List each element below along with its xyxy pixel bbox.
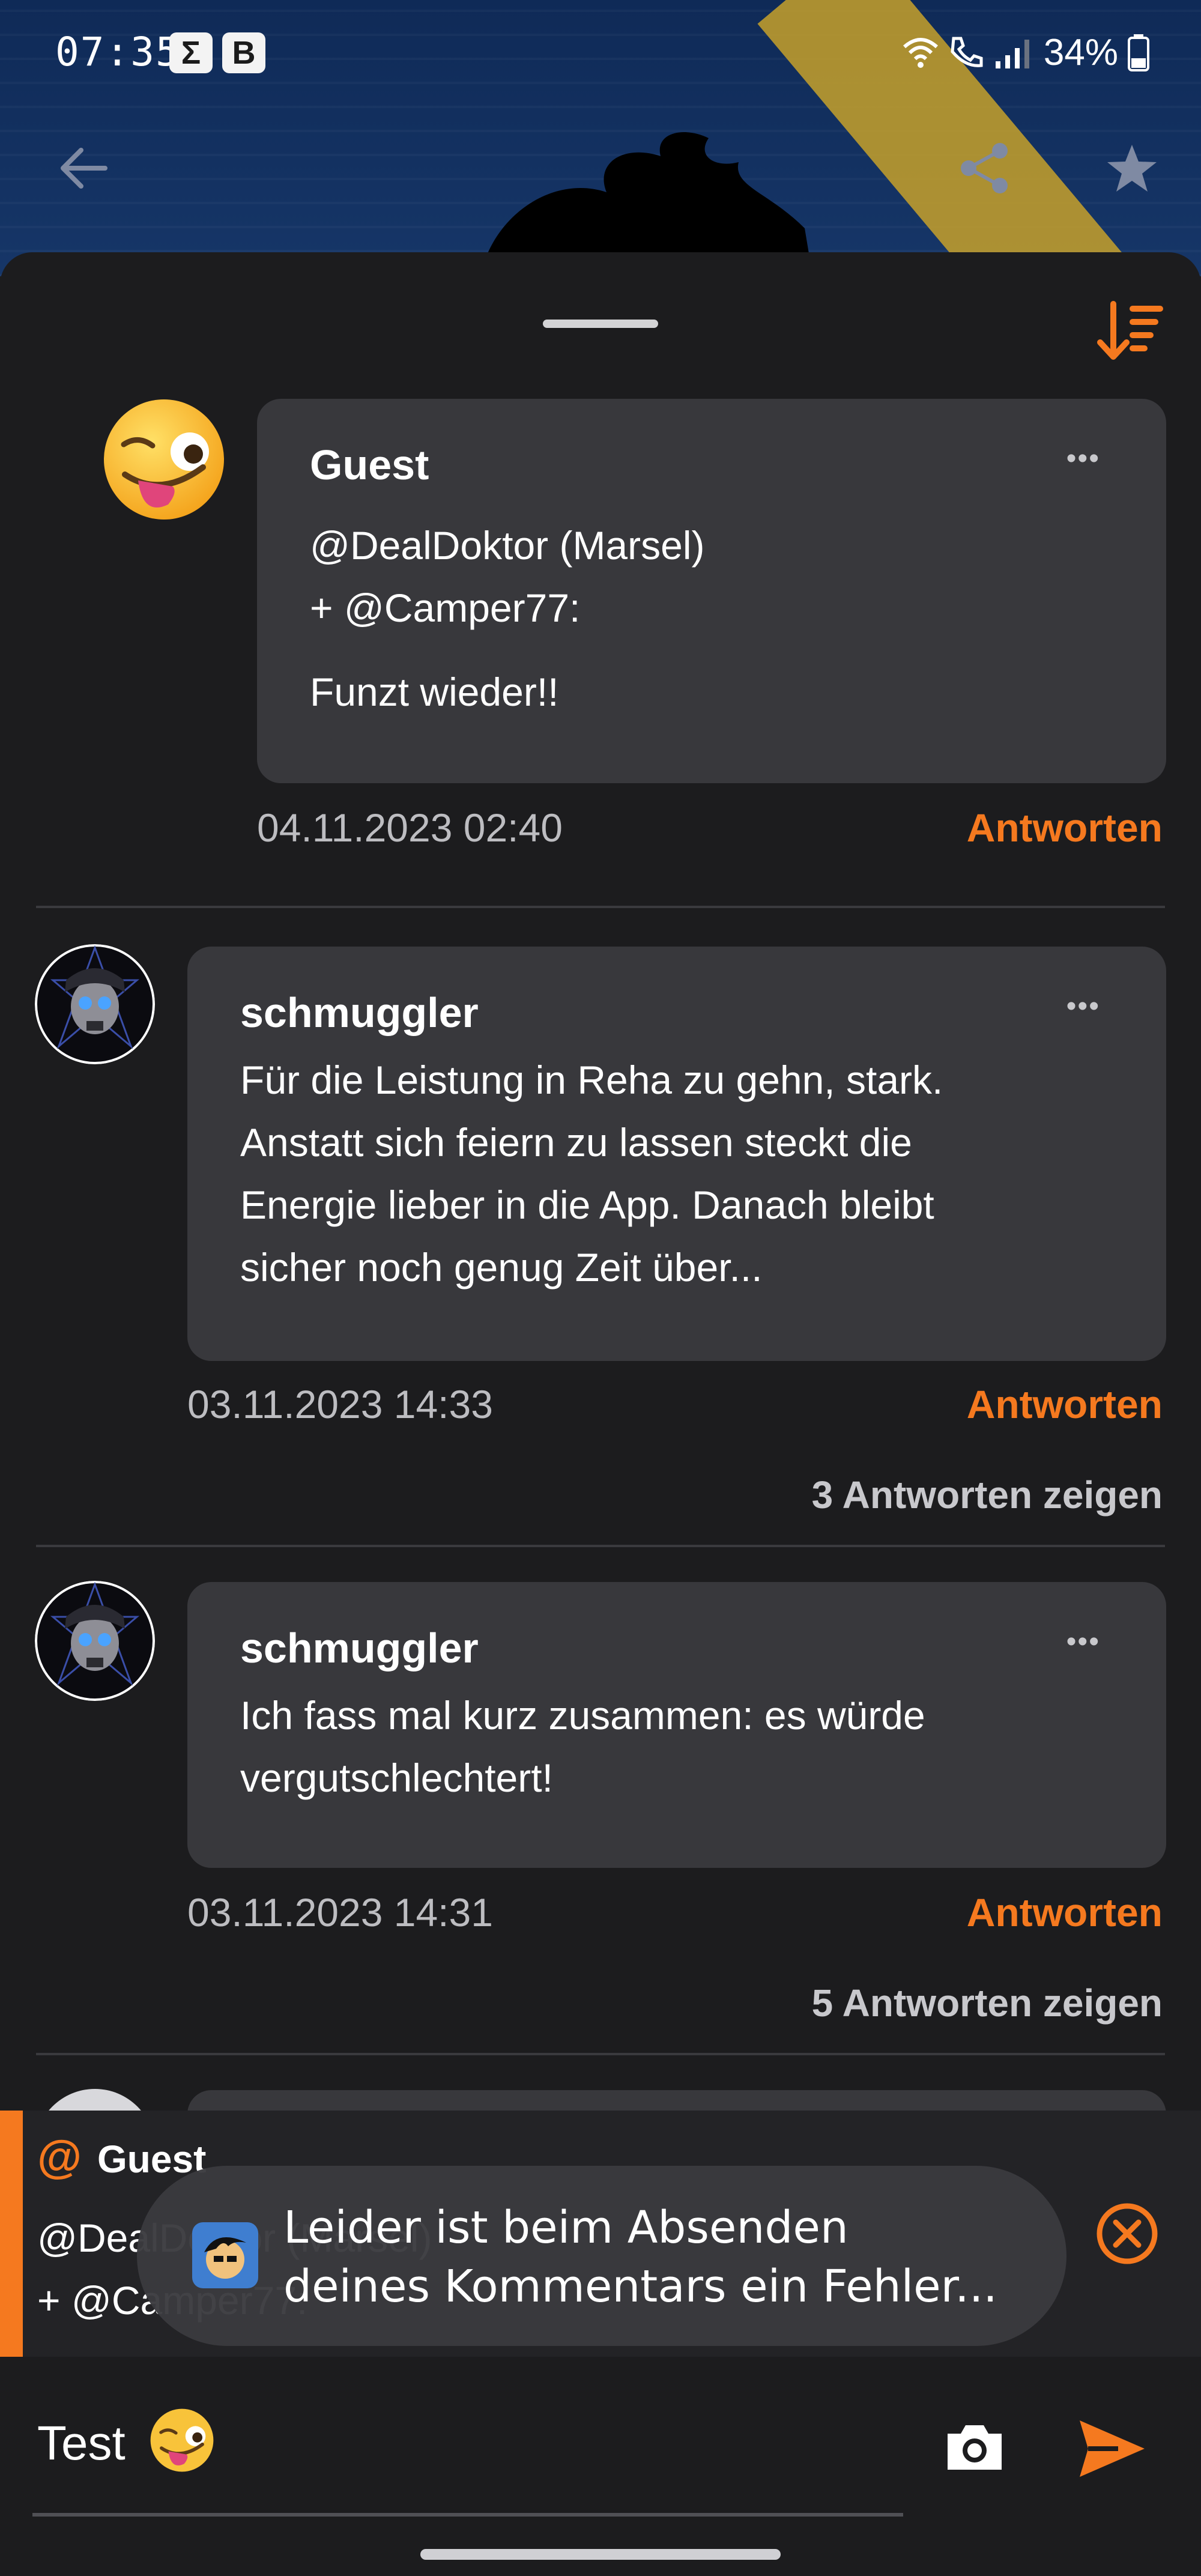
wifi-icon [903, 38, 938, 68]
comment-author[interactable]: Guest [310, 441, 1113, 489]
more-options-icon[interactable]: ••• [1066, 442, 1100, 475]
comment-bubble: Guest ••• @DealDoktor (Marsel) + @Camper… [257, 399, 1166, 783]
divider [36, 2053, 1165, 2055]
reply-button[interactable]: Antworten [967, 1890, 1163, 1935]
star-icon [1107, 145, 1157, 192]
more-options-icon[interactable]: ••• [1066, 1625, 1100, 1658]
app-bar [0, 120, 1201, 216]
camera-icon [948, 2425, 1002, 2470]
share-icon [961, 143, 1008, 193]
notification-badge-sigma: Σ [169, 32, 213, 73]
home-indicator[interactable] [420, 2549, 781, 2560]
divider [36, 1545, 1165, 1547]
winking-tongue-emoji-icon [150, 2408, 214, 2472]
battery-icon [1128, 34, 1149, 71]
emoji-in-input [149, 2407, 215, 2473]
close-circle-icon [1097, 2203, 1158, 2264]
toast-line: Leider ist beim Absenden [283, 2202, 849, 2253]
comment-line: Ich fass mal kurz zusammen: es würde [240, 1693, 925, 1738]
comment-input[interactable]: Test [37, 2416, 126, 2471]
back-button[interactable] [48, 138, 120, 198]
skull-avatar-icon [35, 944, 155, 1064]
favorite-button[interactable] [1099, 138, 1165, 198]
comment-line: vergutschlechtert! [240, 1756, 553, 1800]
share-button[interactable] [955, 138, 1015, 198]
input-underline [32, 2513, 903, 2517]
more-options-icon[interactable]: ••• [1066, 990, 1100, 1023]
show-replies-button[interactable]: 5 Antworten zeigen [812, 1981, 1163, 2025]
send-button[interactable] [1076, 2416, 1148, 2482]
comment-line: + @Camper77: [310, 586, 581, 630]
winking-tongue-emoji-icon [104, 399, 224, 520]
comment-line: Energie lieber in die App. Danach bleibt [240, 1183, 934, 1227]
battery-percent: 34% [1043, 31, 1118, 73]
mention-icon: @ [37, 2132, 82, 2183]
toast-line: deines Kommentars ein Fehler... [283, 2261, 997, 2312]
status-right-icons: 34% [902, 25, 1151, 79]
cancel-reply-button[interactable] [1094, 2201, 1160, 2267]
comment-line: Anstatt sich feiern zu lassen steckt die [240, 1120, 912, 1165]
comment-bubble: schmuggler ••• Ich fass mal kurz zusamme… [187, 1582, 1166, 1868]
avatar[interactable] [35, 1581, 155, 1701]
comment-composer: Test [0, 2357, 1201, 2576]
sort-button[interactable] [1093, 295, 1165, 368]
skull-avatar-icon [35, 1581, 155, 1701]
comment-bubble: schmuggler ••• Für die Leistung in Reha … [187, 947, 1166, 1361]
error-toast: Leider ist beim Absenden deines Kommenta… [137, 2166, 1066, 2346]
comment-date: 03.11.2023 14:33 [187, 1382, 493, 1426]
comment-author[interactable]: schmuggler [240, 989, 1113, 1037]
app-icon [192, 2222, 258, 2288]
camera-button[interactable] [942, 2414, 1008, 2481]
comment-date: 04.11.2023 02:40 [257, 805, 563, 850]
reply-button[interactable]: Antworten [967, 1381, 1163, 1427]
comment-line: @DealDoktor (Marsel) [310, 523, 705, 568]
avatar[interactable] [35, 944, 155, 1064]
comment-author[interactable]: schmuggler [240, 1624, 1113, 1672]
comment-date: 03.11.2023 14:31 [187, 1890, 493, 1935]
show-replies-button[interactable]: 3 Antworten zeigen [812, 1473, 1163, 1517]
notification-badge-b: B [222, 32, 265, 73]
comment-line: Funzt wieder!! [310, 670, 559, 714]
signal-strength-icon [995, 40, 1029, 68]
reply-accent-bar [0, 2111, 23, 2357]
toast-message: Leider ist beim Absenden deines Kommenta… [283, 2198, 997, 2316]
reply-button[interactable]: Antworten [967, 805, 1163, 850]
drag-handle[interactable] [543, 320, 658, 328]
comment-line: sicher noch genug Zeit über... [240, 1245, 763, 1290]
sort-descending-icon [1097, 301, 1163, 360]
arrow-left-icon [61, 148, 107, 189]
wifi-calling-icon [951, 37, 983, 67]
status-time: 07:35 [55, 29, 181, 75]
divider [36, 906, 1165, 908]
status-bar: 07:35 Σ B 34% [0, 0, 1201, 108]
send-icon [1080, 2420, 1145, 2477]
comment-line: Für die Leistung in Reha zu gehn, stark. [240, 1058, 943, 1102]
avatar[interactable] [101, 396, 227, 523]
